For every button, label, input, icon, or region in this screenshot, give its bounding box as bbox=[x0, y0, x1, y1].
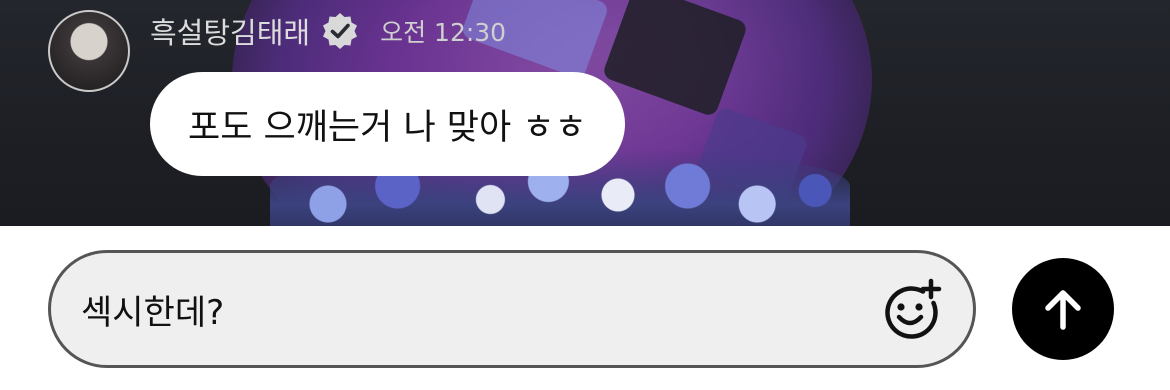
message-input[interactable] bbox=[81, 289, 879, 329]
message-composer bbox=[48, 250, 976, 368]
message-timestamp: 오전 12:30 bbox=[380, 18, 507, 47]
verified-badge-icon bbox=[320, 11, 360, 51]
message-header: 흑설탕김태래 오전 12:30 bbox=[150, 8, 506, 54]
emoji-add-icon[interactable] bbox=[879, 277, 943, 341]
send-button[interactable] bbox=[1012, 258, 1114, 360]
message-text: 포도 으깨는거 나 맞아 ㅎㅎ bbox=[188, 107, 587, 148]
message-bubble[interactable]: 포도 으깨는거 나 맞아 ㅎㅎ bbox=[150, 72, 625, 176]
sender-name[interactable]: 흑설탕김태래 bbox=[150, 10, 310, 52]
avatar[interactable] bbox=[48, 10, 130, 92]
arrow-up-icon bbox=[1045, 290, 1081, 330]
